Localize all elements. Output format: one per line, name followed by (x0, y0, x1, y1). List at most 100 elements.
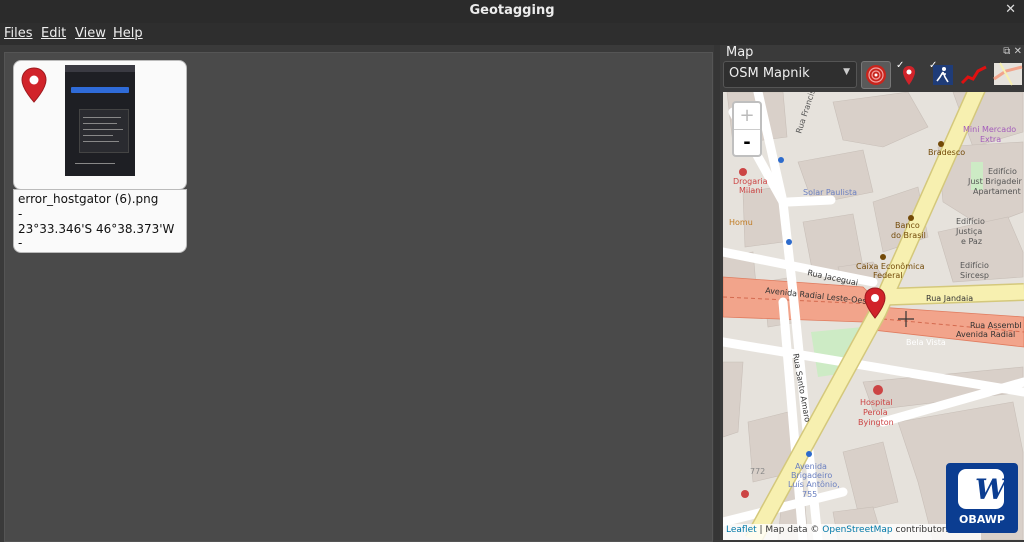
image-info-card[interactable]: error_hostgator (6).png - 23°33.346'S 46… (13, 189, 187, 253)
map-label-homu: Homu (729, 218, 753, 227)
leaflet-link[interactable]: Leaflet (726, 525, 757, 535)
thumbnail-line (83, 141, 119, 142)
map-label-banco: Banco (895, 221, 920, 230)
menu-files[interactable]: Files (4, 26, 33, 41)
thumbnail-line (83, 117, 121, 118)
map-label-av-brig-4: 755 (802, 490, 817, 499)
show-markers-toggle[interactable]: ✓ (894, 60, 922, 87)
map-provider-select[interactable]: OSM Mapnik ▼ (723, 61, 857, 88)
thumbnail-titlebar (65, 65, 135, 72)
map-label-edificio-jb-3: Apartament (973, 187, 1021, 196)
map-label-edificio-jb: Edifício (988, 167, 1017, 176)
close-panel-icon[interactable]: ✕ (1014, 46, 1022, 57)
chevron-down-icon: ▼ (843, 67, 850, 77)
center-on-marker-button[interactable] (861, 61, 891, 89)
thumbnail-dialog (79, 109, 129, 153)
hospital-small-icon (741, 490, 749, 498)
check-icon: ✓ (929, 60, 938, 71)
menu-view-label: View (75, 26, 106, 41)
bank-icon (938, 141, 944, 147)
map-marker-pin-icon[interactable] (864, 287, 886, 319)
hospital-icon (873, 385, 883, 395)
bus-stop-icon (806, 451, 812, 457)
image-filename: error_hostgator (6).png (18, 192, 159, 206)
map-label-av-radial-2: Avenida Radial (956, 330, 1015, 339)
map-label-edificio-jp-2: Justiça (955, 227, 982, 236)
map-label-hospital: Hospital (860, 398, 893, 407)
thumbnail-line (75, 163, 115, 164)
obawp-logo: W OBAWP (946, 463, 1018, 533)
logo-text: OBAWP (959, 513, 1005, 526)
zoom-control: + - (732, 101, 762, 157)
panel-splitter[interactable] (714, 45, 720, 540)
float-panel-icon[interactable]: ⧉ (1003, 46, 1010, 57)
menu-files-label: Files (4, 26, 33, 41)
osm-link[interactable]: OpenStreetMap (822, 525, 892, 535)
dock-buttons: ⧉ ✕ (1003, 46, 1022, 57)
track-line-icon (960, 65, 987, 85)
map-label-edificio-jp-3: e Paz (961, 237, 982, 246)
window-close-button[interactable]: ✕ (1005, 2, 1016, 17)
map-label-av-brig-3: Luís Antônio, (788, 479, 840, 489)
title-bar: Geotagging ✕ (0, 0, 1024, 24)
menu-edit[interactable]: Edit (41, 26, 66, 41)
image-info-line: - (18, 207, 23, 221)
map-label-rua-assembl: Rua Assembl (970, 321, 1022, 330)
zoom-out-button[interactable]: - (734, 130, 760, 156)
logo-badge: W (958, 469, 1007, 509)
bus-stop-icon (786, 239, 792, 245)
map-label-hospital-3: Byington (858, 418, 894, 427)
bank-icon (908, 215, 914, 221)
pharmacy-icon (739, 168, 747, 176)
map-label-av-brig: Avenida (795, 462, 827, 471)
map-label-edificio-s: Edifício (960, 261, 989, 270)
thumbnail-line (83, 129, 123, 130)
map-preview-button[interactable] (992, 61, 1024, 87)
menu-edit-label: Edit (41, 26, 67, 41)
map-panel-title: Map (726, 45, 754, 60)
map-label-bradesco: Bradesco (928, 148, 965, 157)
crosshair-cursor-icon (898, 311, 914, 327)
map-label-edificio-jb-2: Just Brigadeir (967, 177, 1022, 186)
map-label-rua-jandaia: Rua Jandaia (926, 294, 973, 303)
show-track-toggle[interactable]: ✓ (927, 60, 955, 87)
menu-bar: Files Edit View Help (0, 23, 1024, 45)
menu-help[interactable]: Help (113, 26, 143, 41)
zoom-in-button[interactable]: + (734, 103, 760, 130)
image-list-panel: error_hostgator (6).png - 23°33.346'S 46… (4, 52, 713, 542)
map-label-caixa: Caixa Econômica (856, 261, 925, 271)
thumbnail-line (83, 123, 117, 124)
map-label-edificio-s-2: Sircesp (960, 271, 989, 280)
map-label-banco-2: do Brasil (891, 231, 926, 240)
map-label-av-brig-2: Brigadeiro (791, 471, 832, 480)
menu-help-label: Help (113, 26, 143, 41)
logo-letter: W (975, 473, 1007, 506)
map-thumbnail-icon (993, 62, 1023, 86)
image-coordinates: 23°33.346'S 46°38.373'W (18, 222, 175, 236)
bus-stop-icon (778, 157, 784, 163)
thumbnail-blue-button (71, 87, 129, 93)
image-thumbnail-card[interactable] (13, 60, 187, 190)
image-thumbnail (65, 65, 135, 176)
show-elevation-toggle[interactable] (960, 61, 988, 87)
map-label-drogaria-2: Milani (739, 186, 763, 195)
map-label-solar: Solar Paulista (803, 188, 857, 197)
map-label-hospital-2: Perola (863, 408, 888, 417)
window-title: Geotagging (469, 3, 555, 18)
map-label-edificio-jp: Edifício (956, 217, 985, 226)
crosshair-target-icon (866, 65, 886, 85)
menu-view[interactable]: View (75, 26, 106, 41)
check-icon: ✓ (896, 60, 905, 71)
map-attribution: Leaflet | Map data © OpenStreetMap contr… (723, 524, 981, 540)
attribution-text: | Map data © (756, 525, 823, 535)
map-label-bela-vista: Bela Vista (906, 338, 946, 347)
map-toolbar: OSM Mapnik ▼ ✓ ✓ (722, 60, 1024, 90)
map-label-caixa-2: Federal (873, 271, 903, 280)
image-info-line: - (18, 236, 23, 250)
bank-icon (880, 254, 886, 260)
map-provider-value: OSM Mapnik (729, 66, 810, 81)
geotag-marker-icon (21, 67, 47, 103)
map-label-772: 772 (750, 467, 765, 476)
thumbnail-line (83, 135, 113, 136)
map-label-mini-mercado-2: Extra (980, 135, 1001, 144)
